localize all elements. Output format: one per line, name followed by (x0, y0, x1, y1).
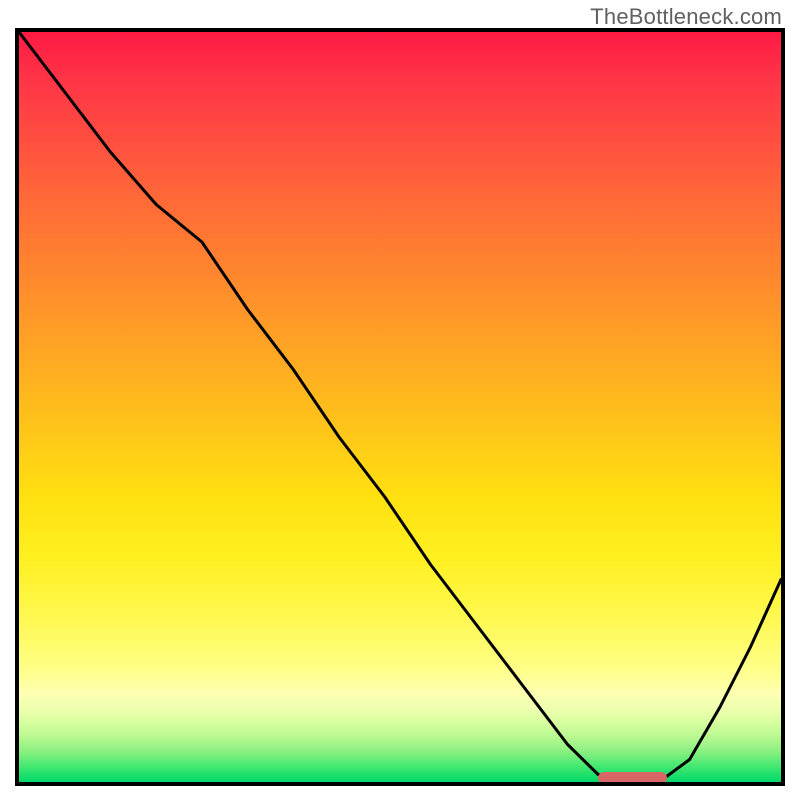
watermark-text: TheBottleneck.com (590, 4, 782, 30)
optimal-range-marker (598, 772, 667, 784)
bottleneck-curve (19, 32, 781, 782)
chart-plot-area (15, 28, 785, 786)
